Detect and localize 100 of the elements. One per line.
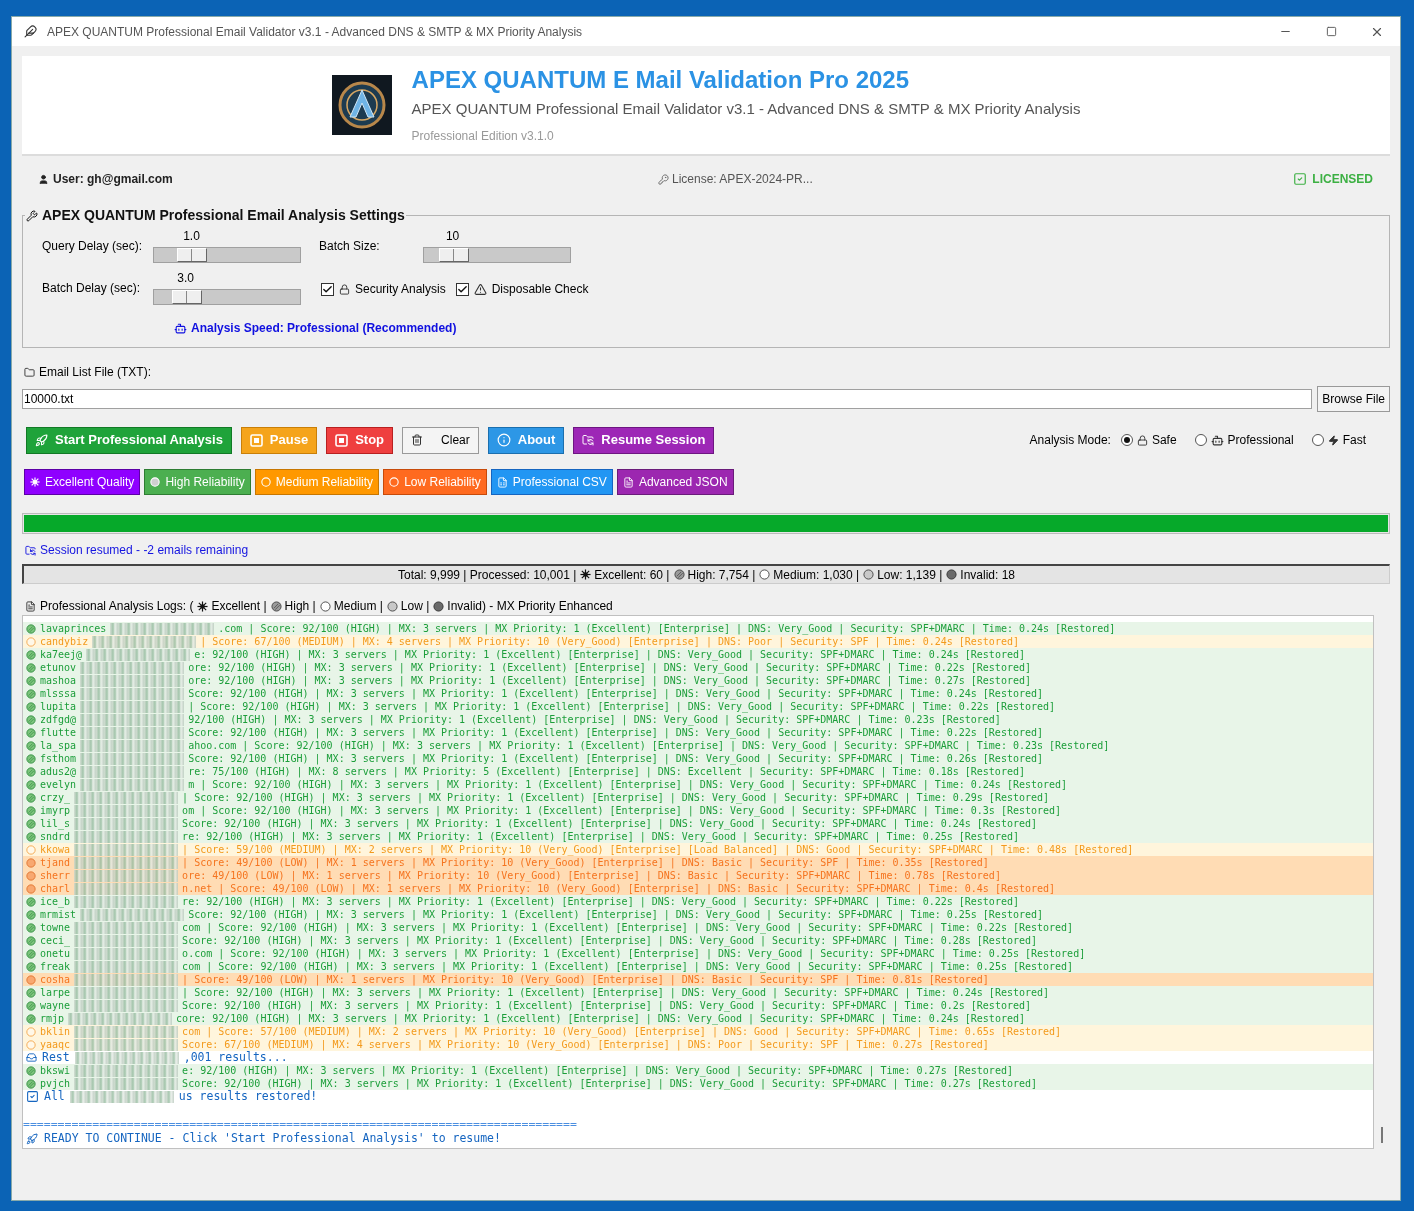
inbox-icon <box>26 1052 37 1063</box>
sunburst-icon <box>30 477 40 487</box>
action-button[interactable]: Pause <box>240 426 318 454</box>
slider-thumb[interactable] <box>177 248 208 262</box>
lock-icon <box>1136 434 1148 446</box>
log-text: cosha <box>40 973 71 987</box>
radio-label: Professional <box>1227 432 1294 449</box>
log-text: Score: 92/100 (HIGH) | MX: 3 servers | MX Priority: 1 (Excellent) [Enterprise] | DNS: Very_Good | Security: SPF+DMARC | Time: 0.26s [Restored] <box>188 752 1044 766</box>
radio-button[interactable] <box>1311 434 1324 446</box>
log-text: towne <box>40 921 71 935</box>
circle-icon <box>389 477 400 487</box>
log-text: kkowa <box>40 843 71 857</box>
export-button[interactable]: High Reliability <box>144 469 251 495</box>
hatched-circle-icon <box>26 818 36 829</box>
hatched-circle-icon <box>270 600 282 612</box>
checkbox-label: Disposable Check <box>491 281 589 298</box>
checkbox[interactable] <box>321 282 334 296</box>
spreadsheet-icon <box>496 476 508 488</box>
user-icon <box>38 173 49 185</box>
log-text: ahoo.com | Score: 92/100 (HIGH) | MX: 3 servers | MX Priority: 1 (Excellent) [Enterprise] | DNS: Very_Good | Security: SPF+DMARC | Time: 0.23s [Restored] <box>188 739 1110 753</box>
folder-icon <box>25 544 36 556</box>
log-text: All <box>44 1088 65 1105</box>
feather-icon <box>24 25 37 38</box>
checkbox[interactable] <box>455 282 469 296</box>
circle-icon <box>150 477 161 487</box>
radio-button[interactable] <box>1120 434 1133 446</box>
logs-title: Excellent | <box>211 598 267 615</box>
checkbox-icon <box>26 1090 39 1103</box>
export-button[interactable]: Excellent Quality <box>24 469 141 495</box>
log-text: lavaprinces <box>40 622 107 636</box>
circle-icon <box>759 569 771 580</box>
slider-thumb[interactable] <box>171 290 202 304</box>
hatched-circle-icon <box>26 727 36 738</box>
speed-label: Analysis Speed: Professional (Recommended) <box>191 320 457 337</box>
export-button[interactable]: Professional CSV <box>490 469 613 495</box>
action-button[interactable]: Start Professional Analysis <box>26 426 232 454</box>
log-text: re: 75/100 (HIGH) | MX: 8 servers | MX Priority: 5 (Excellent) [Enterprise] | DNS: Excellent | Security: SPF+DMARC | Time: 0.18s [Restored] <box>188 765 1025 779</box>
scrollbar-thumb[interactable] <box>1381 1127 1383 1143</box>
log-separator: ================================================================================ <box>23 1116 577 1132</box>
hatched-circle-icon <box>673 569 685 580</box>
slider-thumb[interactable] <box>438 248 469 262</box>
rocket-icon <box>35 433 48 447</box>
app-subtitle: APEX QUANTUM Professional Email Validator v3.1 - Advanced DNS & SMTP & MX Priority Analysis <box>411 99 1081 120</box>
hatched-circle-icon <box>26 831 36 842</box>
slider-value: 10 <box>444 228 461 245</box>
log-text: 92/100 (HIGH) | MX: 3 servers | MX Priority: 1 (Excellent) [Enterprise] | DNS: Very_Good | Security: SPF+DMARC | Time: 0.23s [Restored] <box>188 713 1001 727</box>
action-button[interactable]: Stop <box>326 426 394 454</box>
robot-icon <box>174 321 187 335</box>
file-field[interactable]: 10000.txt <box>22 389 1313 409</box>
user-label: User: gh@gmail.com <box>53 171 173 188</box>
slider-track[interactable] <box>153 247 301 263</box>
action-button[interactable]: Resume Session <box>573 426 715 454</box>
stats-text: High: 7,754 | <box>687 566 756 584</box>
log-text: freak <box>40 960 71 974</box>
log-text: com | Score: 57/100 (MEDIUM) | MX: 2 servers | MX Priority: 10 (Very_Good) [Enterprise] | DNS: Good | Security: SPF+DMARC | Time: 0.65s [Restored] <box>182 1025 1062 1039</box>
log-text: ice_b <box>40 895 71 909</box>
log-text: re: 92/100 (HIGH) | MX: 3 servers | MX Priority: 1 (Excellent) [Enterprise] | DNS: Very_Good | Security: SPF+DMARC | Time: 0.25s [Restored] <box>182 830 1019 844</box>
stop-square-icon <box>249 433 263 447</box>
log-text: mrmist <box>40 908 77 922</box>
action-button[interactable]: About <box>487 426 565 454</box>
slider-track[interactable] <box>153 289 301 305</box>
log-text: fsthom <box>40 752 77 766</box>
log-text: bklin <box>40 1025 71 1039</box>
action-button[interactable]: Clear <box>402 426 479 454</box>
log-text: e: 92/100 (HIGH) | MX: 3 servers | MX Priority: 1 (Excellent) [Enterprise] | DNS: Very_Good | Security: SPF+DMARC | Time: 0.24s [Restored] <box>194 648 1025 662</box>
logs-title: Medium | <box>333 598 383 615</box>
circle-icon <box>319 600 331 612</box>
lightning-icon <box>1327 434 1339 446</box>
log-text: bkswi <box>40 1064 71 1078</box>
hatched-circle-icon <box>26 1065 36 1076</box>
warning-icon <box>473 282 487 296</box>
log-text: o.com | Score: 92/100 (HIGH) | MX: 3 servers | MX Priority: 1 (Excellent) [Enterprise] | DNS: Very_Good | Security: SPF+DMARC | Time: 0.25s [Restored] <box>182 947 1086 961</box>
browse-button[interactable]: Browse File <box>1317 386 1390 412</box>
export-button[interactable]: Medium Reliability <box>254 469 380 495</box>
log-text: | Score: 92/100 (HIGH) | MX: 3 servers | MX Priority: 1 (Excellent) [Enterprise] | DNS: Very_Good | Security: SPF+DMARC | Time: 0.24s [Restored] <box>182 986 1050 1000</box>
log-text: com | Score: 92/100 (HIGH) | MX: 3 servers | MX Priority: 1 (Excellent) [Enterprise] | DNS: Very_Good | Security: SPF+DMARC | Time: 0.25s [Restored] <box>182 960 1074 974</box>
window-title: APEX QUANTUM Professional Email Validator v3.1 - Advanced DNS & SMTP & MX Priority Analysis <box>47 23 583 41</box>
log-text: mashoa <box>40 674 77 688</box>
export-button[interactable]: Advanced JSON <box>616 469 734 495</box>
log-text: ore: 49/100 (LOW) | MX: 1 servers | MX Priority: 10 (Very_Good) [Enterprise] | DNS: Basic | Security: SPF+DMARC | Time: 0.78s [Restored] <box>182 869 1001 883</box>
slider-label: Query Delay (sec): <box>42 238 144 255</box>
log-text: larpe <box>40 986 71 1000</box>
log-text: m | Score: 92/100 (HIGH) | MX: 3 servers | MX Priority: 1 (Excellent) [Enterprise] | DNS: Very_Good | Security: SPF+DMARC | Time: 0.24s [Restored] <box>188 778 1068 792</box>
log-text: | Score: 92/100 (HIGH) | MX: 3 servers | MX Priority: 1 (Excellent) [Enterprise] | DNS: Very_Good | Security: SPF+DMARC | Time: 0.22s [Restored] <box>188 700 1056 714</box>
stats-text: Medium: 1,030 | <box>773 566 860 584</box>
log-text: Score: 67/100 (MEDIUM) | MX: 4 servers | MX Priority: 10 (Very_Good) [Enterprise] | DNS: Poor | Security: SPF | Time: 0.27s [Restored] <box>182 1038 989 1051</box>
log-text: .com | Score: 92/100 (HIGH) | MX: 3 servers | MX Priority: 1 (Excellent) [Enterprise] | DNS: Very_Good | Security: SPF+DMARC | Time: 0.24s [Restored] <box>218 622 1116 636</box>
log-text: tjand <box>40 856 71 870</box>
log-text: Score: 92/100 (HIGH) | MX: 3 servers | MX Priority: 1 (Excellent) [Enterprise] | DNS: Very_Good | Security: SPF+DMARC | Time: 0.25s [Restored] <box>188 908 1044 922</box>
document-icon <box>25 600 36 612</box>
logs-title: High | <box>284 598 316 615</box>
radio-button[interactable] <box>1194 434 1207 446</box>
hatched-circle-icon <box>26 688 36 699</box>
license-status: LICENSED <box>1312 171 1373 188</box>
slider-track[interactable] <box>423 247 571 263</box>
export-button[interactable]: Low Reliability <box>383 469 487 495</box>
log-text: sndrd <box>40 830 71 844</box>
hatched-circle-icon <box>26 1000 36 1011</box>
log-text: | Score: 92/100 (HIGH) | MX: 3 servers | MX Priority: 1 (Excellent) [Enterprise] | DNS: Very_Good | Security: SPF+DMARC | Time: 0.29s [Restored] <box>182 791 1050 805</box>
edition-label: Professional Edition v3.1.0 <box>411 127 555 145</box>
